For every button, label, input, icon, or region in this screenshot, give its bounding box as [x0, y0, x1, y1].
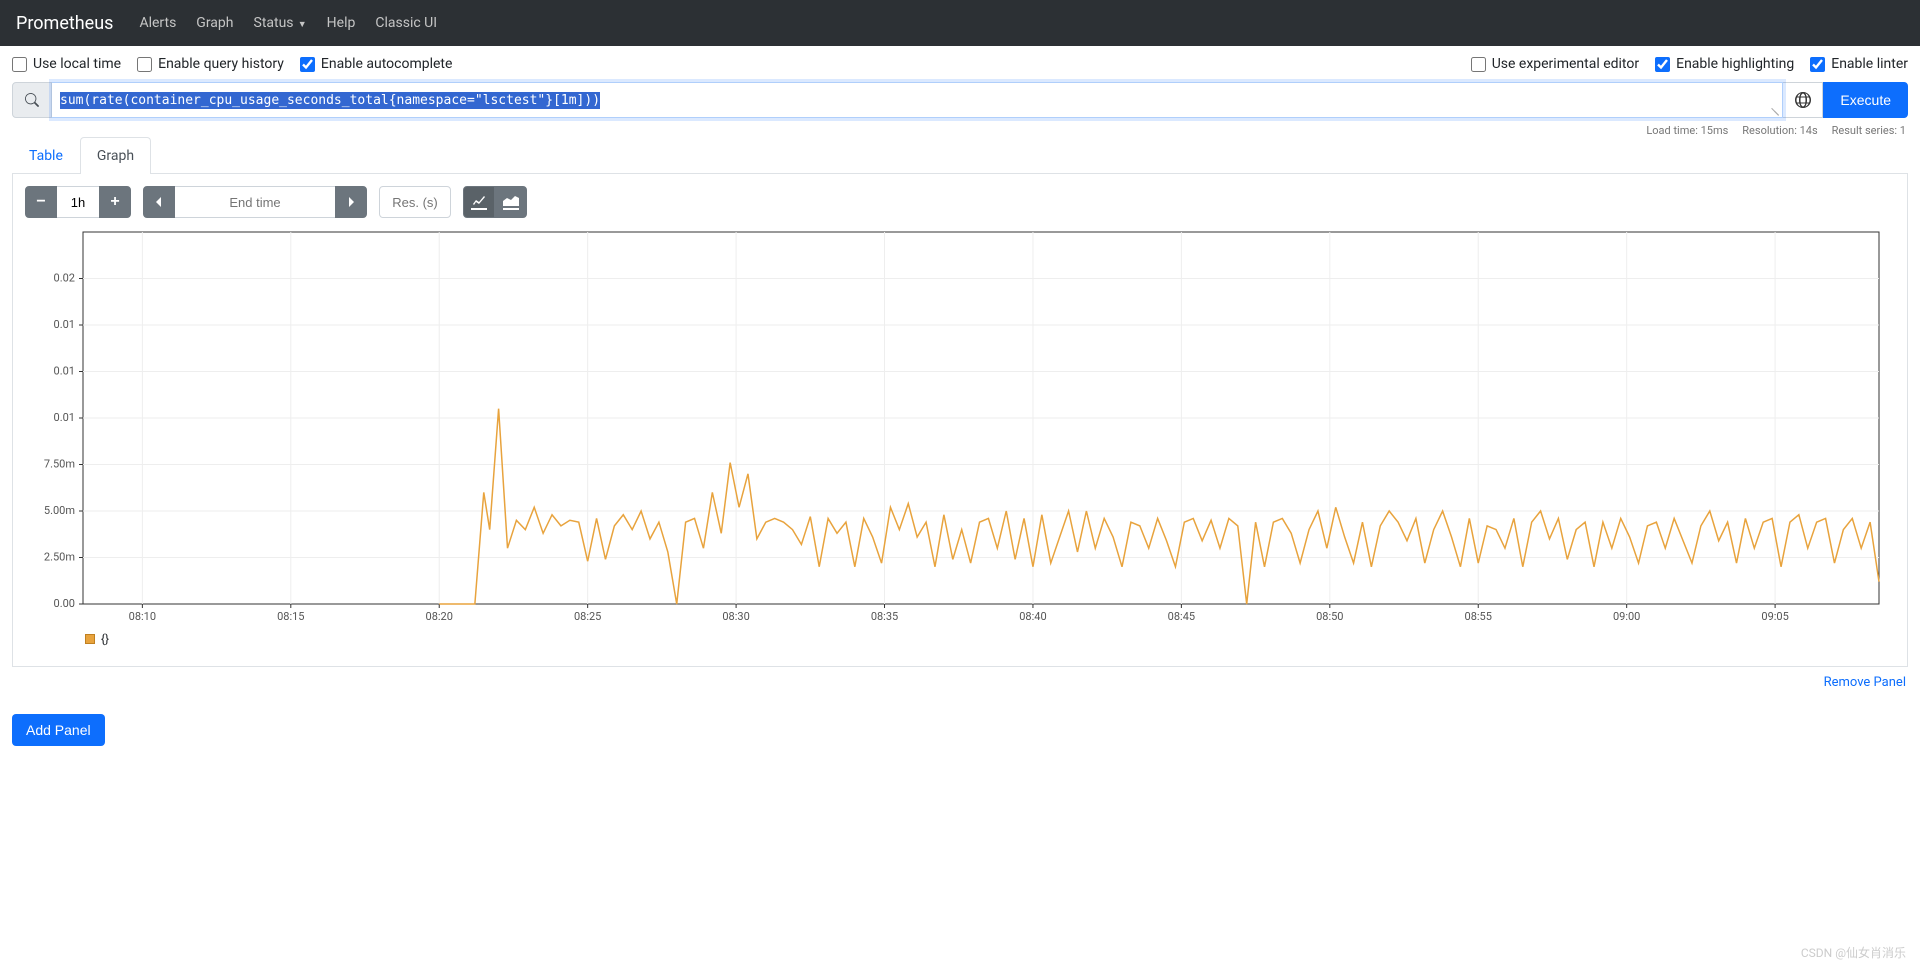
- checkbox-highlighting[interactable]: [1655, 57, 1670, 72]
- line-chart-button[interactable]: [463, 186, 495, 218]
- svg-text:08:45: 08:45: [1168, 610, 1195, 623]
- checkbox-autocomplete[interactable]: [300, 57, 315, 72]
- query-row: sum(rate(container_cpu_usage_seconds_tot…: [0, 82, 1920, 118]
- opt-enable-query-history[interactable]: Enable query history: [137, 56, 284, 72]
- opt-enable-linter[interactable]: Enable linter: [1810, 56, 1908, 72]
- tab-table[interactable]: Table: [12, 137, 80, 174]
- svg-text:08:10: 08:10: [129, 610, 156, 623]
- svg-text:0.01: 0.01: [54, 365, 75, 378]
- add-panel-row: Add Panel: [0, 698, 1920, 762]
- meta-row: Load time: 15ms Resolution: 14s Result s…: [0, 118, 1920, 137]
- nav-help[interactable]: Help: [317, 7, 366, 39]
- svg-text:2.50m: 2.50m: [44, 551, 75, 564]
- tabs: Table Graph: [0, 137, 1920, 174]
- range-input[interactable]: [57, 186, 99, 218]
- checkbox-query-history[interactable]: [137, 57, 152, 72]
- time-prev-button[interactable]: [143, 186, 175, 218]
- remove-panel-link[interactable]: Remove Panel: [1824, 675, 1906, 690]
- svg-text:09:00: 09:00: [1613, 610, 1640, 623]
- nav-graph[interactable]: Graph: [186, 7, 243, 39]
- legend: {}: [25, 628, 1895, 654]
- svg-text:08:35: 08:35: [871, 610, 898, 623]
- options-row: Use local time Enable query history Enab…: [0, 46, 1920, 82]
- opt-use-local-time[interactable]: Use local time: [12, 56, 121, 72]
- svg-text:08:55: 08:55: [1465, 610, 1492, 623]
- brand[interactable]: Prometheus: [16, 13, 113, 34]
- svg-text:0.02: 0.02: [54, 272, 75, 285]
- meta-resolution: Resolution: 14s: [1742, 124, 1817, 137]
- svg-text:7.50m: 7.50m: [44, 458, 75, 471]
- checkbox-linter[interactable]: [1810, 57, 1825, 72]
- svg-text:09:05: 09:05: [1761, 610, 1788, 623]
- range-decrease-button[interactable]: −: [25, 186, 57, 218]
- graph-controls: − +: [25, 186, 1895, 218]
- time-next-button[interactable]: [335, 186, 367, 218]
- meta-load-time: Load time: 15ms: [1646, 124, 1728, 137]
- query-expression[interactable]: sum(rate(container_cpu_usage_seconds_tot…: [60, 92, 600, 109]
- navbar: Prometheus Alerts Graph Status ▼ Help Cl…: [0, 0, 1920, 46]
- svg-text:5.00m: 5.00m: [44, 504, 75, 517]
- svg-text:08:25: 08:25: [574, 610, 601, 623]
- opt-enable-autocomplete[interactable]: Enable autocomplete: [300, 56, 453, 72]
- chart-area[interactable]: 0.00 2.50m 5.00m 7.50m 0.01 0.01 0.01 0.02 08:10…: [33, 228, 1887, 628]
- globe-icon[interactable]: [1783, 82, 1823, 118]
- checkbox-use-local-time[interactable]: [12, 57, 27, 72]
- end-time-input[interactable]: [175, 186, 335, 218]
- svg-text:08:20: 08:20: [426, 610, 453, 623]
- svg-text:08:15: 08:15: [277, 610, 304, 623]
- svg-text:08:40: 08:40: [1019, 610, 1046, 623]
- stacked-chart-button[interactable]: [495, 186, 527, 218]
- legend-swatch: [85, 634, 95, 644]
- search-icon: [12, 82, 52, 118]
- resize-handle-icon[interactable]: [1769, 105, 1779, 115]
- range-increase-button[interactable]: +: [99, 186, 131, 218]
- opt-enable-highlighting[interactable]: Enable highlighting: [1655, 56, 1794, 72]
- opt-experimental-editor[interactable]: Use experimental editor: [1471, 56, 1639, 72]
- tab-graph[interactable]: Graph: [80, 137, 151, 174]
- svg-text:08:30: 08:30: [722, 610, 749, 623]
- resolution-input[interactable]: [379, 186, 451, 218]
- remove-panel-row: Remove Panel: [0, 667, 1920, 698]
- svg-text:0.01: 0.01: [54, 411, 75, 424]
- svg-text:0.01: 0.01: [54, 318, 75, 331]
- nav-classic-ui[interactable]: Classic UI: [365, 7, 447, 39]
- graph-panel: − + 0.002.50m5.00m7.50m0.010.010.010.020…: [12, 174, 1908, 667]
- add-panel-button[interactable]: Add Panel: [12, 714, 105, 746]
- meta-result-series: Result series: 1: [1832, 124, 1906, 137]
- svg-text:0.00: 0.00: [54, 597, 75, 610]
- query-input-wrap[interactable]: sum(rate(container_cpu_usage_seconds_tot…: [52, 82, 1783, 118]
- nav-status[interactable]: Status ▼: [244, 7, 317, 39]
- svg-text:08:50: 08:50: [1316, 610, 1343, 623]
- watermark: CSDN @仙女肖消乐: [1801, 944, 1906, 961]
- legend-label: {}: [101, 632, 109, 646]
- execute-button[interactable]: Execute: [1823, 82, 1908, 118]
- nav-alerts[interactable]: Alerts: [129, 7, 186, 39]
- chart-svg: 0.00 2.50m 5.00m 7.50m 0.01 0.01 0.01 0.02 08:10…: [33, 228, 1887, 628]
- chevron-down-icon: ▼: [296, 20, 307, 30]
- checkbox-experimental[interactable]: [1471, 57, 1486, 72]
